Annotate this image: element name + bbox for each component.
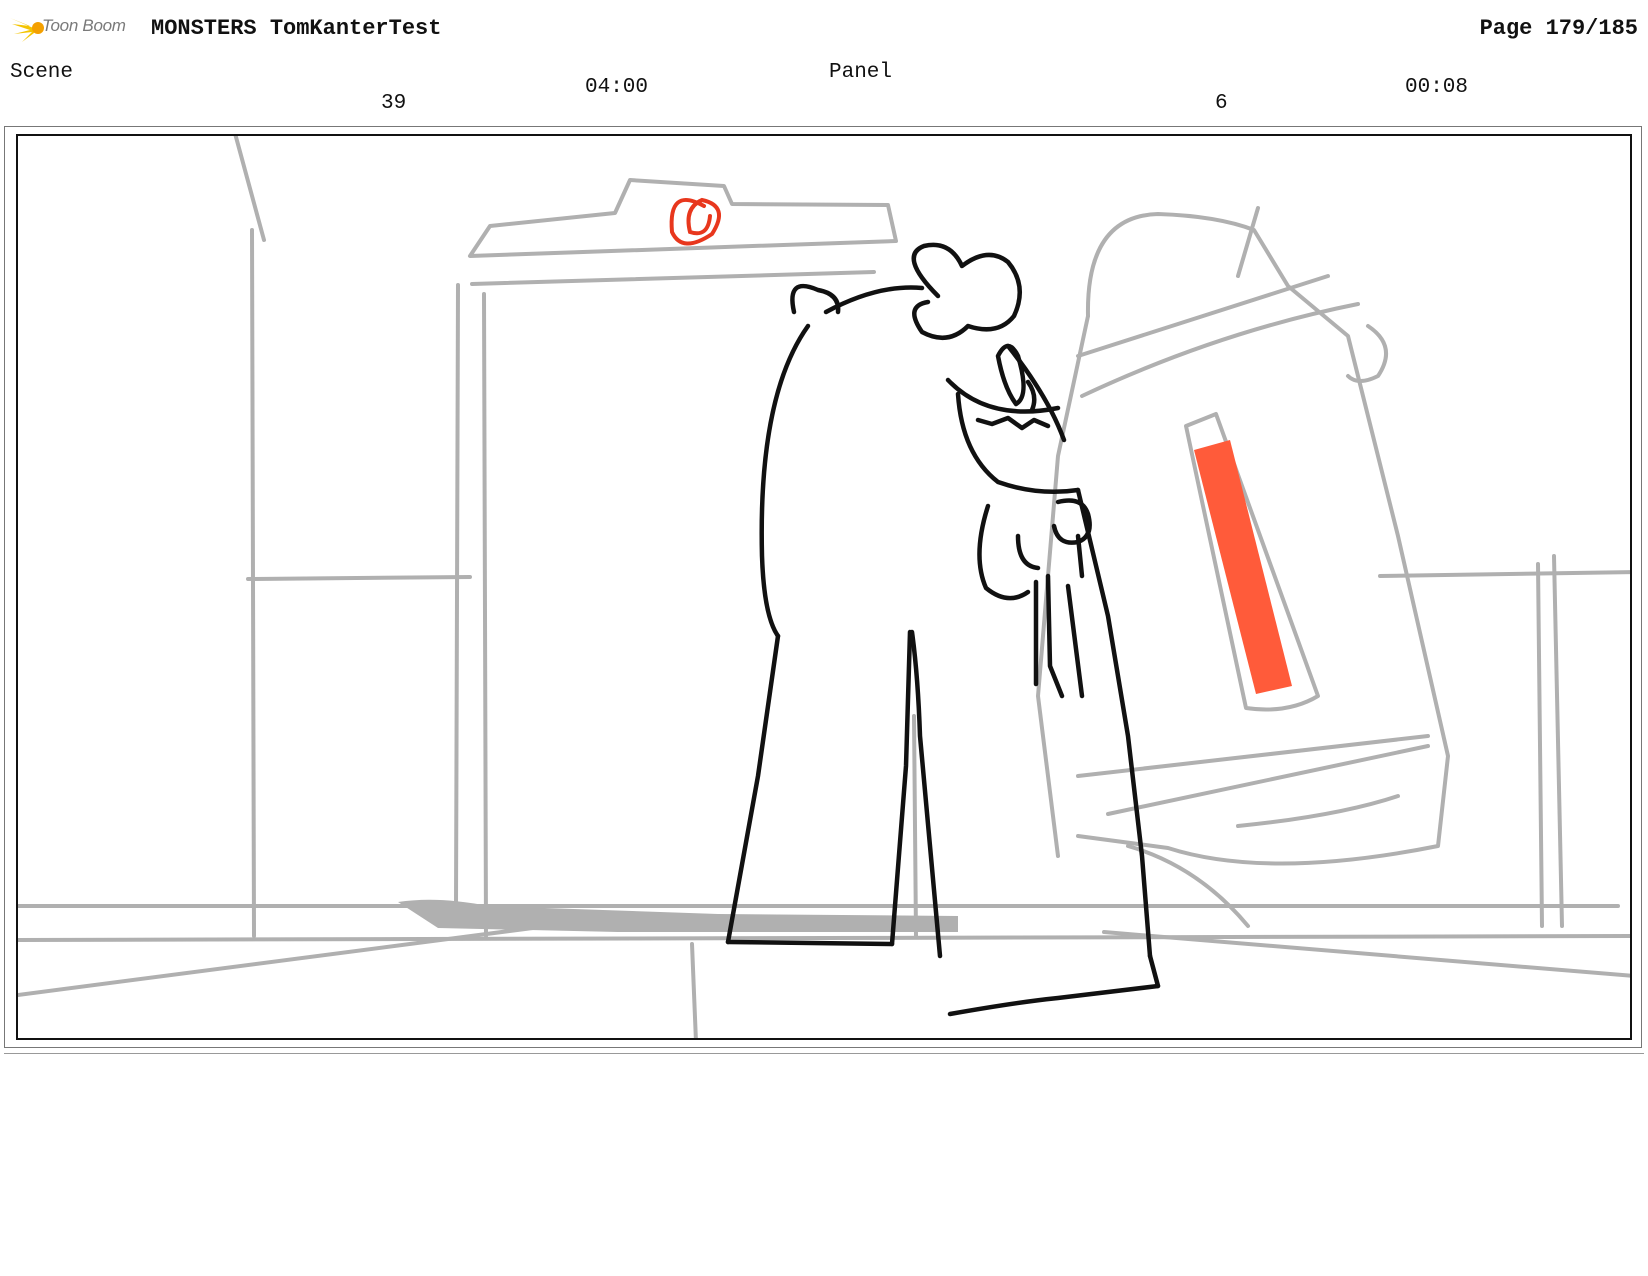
frame-divider	[4, 1053, 1644, 1054]
storyboard-drawing	[18, 136, 1630, 1038]
panel-number: 6	[1215, 92, 1228, 115]
logo-text: Toon Boom	[42, 16, 126, 35]
scene-duration: 04:00	[585, 76, 649, 99]
red-light	[669, 197, 722, 246]
background-sketch	[18, 136, 1630, 1038]
monster-character	[725, 242, 1161, 1017]
panel-duration: 00:08	[1405, 76, 1469, 99]
tv-screen	[1194, 440, 1292, 694]
project-title: MONSTERS TomKanterTest	[151, 16, 442, 41]
page-number: Page 179/185	[1479, 16, 1638, 41]
scene-number: 39	[381, 92, 407, 115]
scene-label: Scene	[10, 61, 74, 84]
panel-label: Panel	[829, 61, 893, 84]
storyboard-panel	[16, 134, 1632, 1040]
